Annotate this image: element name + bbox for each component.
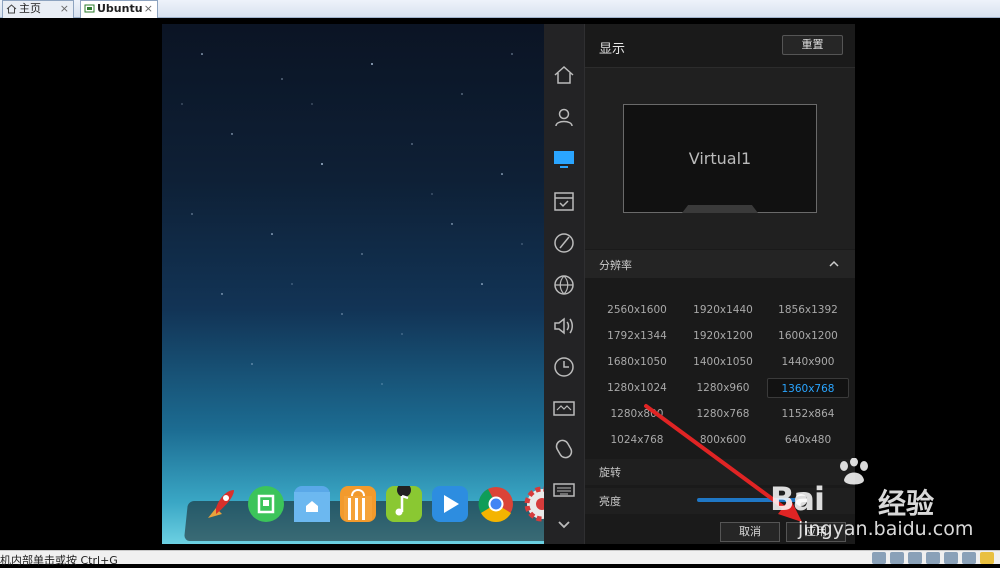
tab-home-label: 主页 [19, 2, 41, 15]
resolution-option[interactable]: 1856x1392 [767, 300, 849, 320]
watermark-brand-cn: 经验 [878, 487, 935, 520]
reset-button[interactable]: 重置 [782, 35, 843, 55]
message-icon[interactable] [980, 552, 994, 564]
baidu-watermark: Bai 经验 jingyan.baidu.com [770, 458, 973, 548]
resolution-option[interactable]: 2560x1600 [595, 300, 679, 320]
tab-ubuntu[interactable]: Ubuntu × [80, 0, 158, 18]
resolution-option[interactable]: 1920x1440 [679, 300, 767, 320]
resolution-option-selected[interactable]: 1360x768 [767, 378, 849, 398]
more-icon[interactable] [552, 512, 576, 536]
monitor-preview[interactable]: Virtual1 [623, 104, 817, 213]
file-manager-icon[interactable] [294, 486, 330, 522]
watermark-url: jingyan.baidu.com [798, 518, 974, 540]
chrome-icon[interactable] [478, 486, 514, 522]
host-status-bar: 机内部单击或按 Ctrl+G [0, 550, 1000, 567]
host-tab-bar: 主页 × Ubuntu × [0, 0, 1000, 18]
resolution-option[interactable]: 1440x900 [767, 352, 849, 372]
tab-ubuntu-close-icon[interactable]: × [144, 1, 153, 17]
sound-icon[interactable] [552, 314, 576, 338]
control-center-sidebar [544, 24, 585, 544]
desktop[interactable] [162, 24, 560, 544]
status-icons [872, 552, 994, 564]
harddisk-icon[interactable] [872, 552, 886, 564]
resolution-section-header[interactable]: 分辨率 [585, 250, 855, 278]
chevron-up-icon[interactable] [829, 259, 839, 269]
resolution-option[interactable]: 1400x1050 [679, 352, 767, 372]
launcher-icon[interactable] [202, 486, 238, 522]
page-title: 显示 [599, 42, 626, 57]
baidu-paw-logo [840, 458, 868, 485]
keyboard-icon[interactable] [552, 478, 576, 502]
dock [202, 483, 560, 526]
store-icon[interactable] [248, 486, 284, 522]
home-icon [6, 4, 17, 14]
mouse-icon[interactable] [552, 437, 576, 461]
status-hint: 机内部单击或按 Ctrl+G [0, 554, 118, 567]
usb-icon[interactable] [926, 552, 940, 564]
tab-ubuntu-label: Ubuntu [97, 2, 143, 15]
calendar-icon[interactable] [552, 189, 576, 213]
time-icon[interactable] [552, 355, 576, 379]
monitor-name: Virtual1 [688, 149, 752, 168]
tab-home[interactable]: 主页 × [2, 0, 74, 18]
video-icon[interactable] [432, 486, 468, 522]
display-icon[interactable] [552, 147, 576, 171]
tab-home-close-icon[interactable]: × [60, 1, 69, 17]
home-icon[interactable] [552, 63, 576, 87]
printer-icon[interactable] [944, 552, 958, 564]
rotation-label: 旋转 [599, 466, 621, 479]
personalization-icon[interactable] [552, 231, 576, 255]
watermark-brand: Bai [770, 480, 825, 518]
brightness-label: 亮度 [599, 495, 621, 508]
resolution-option[interactable]: 1792x1344 [595, 326, 679, 346]
user-icon[interactable] [552, 105, 576, 129]
cdrom-icon[interactable] [890, 552, 904, 564]
monitor-stand [682, 205, 758, 213]
resolution-option[interactable]: 1280x1024 [595, 378, 679, 398]
network-adapter-icon[interactable] [908, 552, 922, 564]
vm-icon [84, 4, 95, 13]
music-icon[interactable] [386, 483, 422, 522]
monitor-preview-area: Virtual1 [585, 68, 855, 249]
sound-device-icon[interactable] [962, 552, 976, 564]
resolution-option[interactable]: 1280x960 [679, 378, 767, 398]
resolution-section-label: 分辨率 [599, 259, 632, 272]
network-icon[interactable] [552, 273, 576, 297]
resolution-option[interactable]: 1600x1200 [767, 326, 849, 346]
resolution-option[interactable]: 1920x1200 [679, 326, 767, 346]
resolution-option[interactable]: 1680x1050 [595, 352, 679, 372]
starfield-background [181, 53, 523, 385]
app-store-icon[interactable] [340, 486, 376, 522]
power-icon[interactable] [552, 396, 576, 420]
